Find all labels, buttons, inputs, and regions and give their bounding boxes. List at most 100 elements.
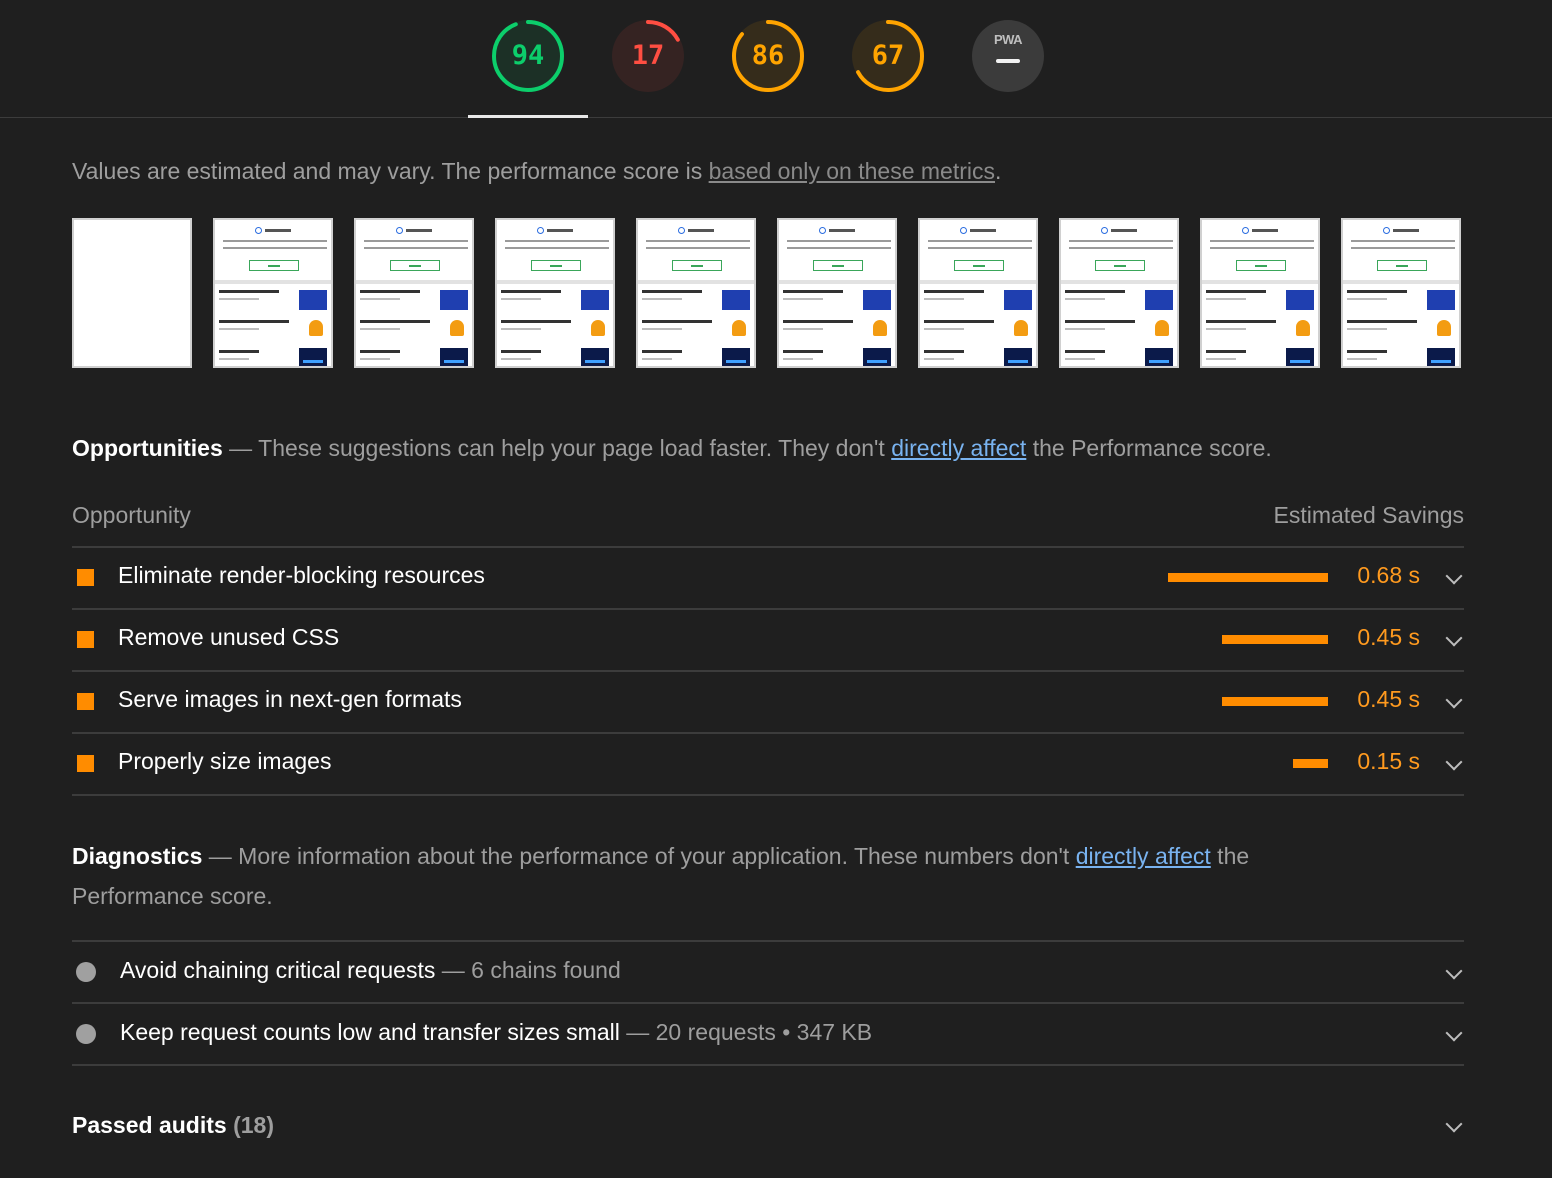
- thumb-subtext: [783, 358, 813, 360]
- thumb-button: [1236, 260, 1286, 271]
- thumb-text: [1351, 240, 1455, 242]
- thumb-heading: [360, 350, 400, 353]
- savings-value: 0.68 s: [1357, 562, 1420, 588]
- opportunities-dash: —: [222, 435, 259, 461]
- filmstrip-frame: [213, 218, 333, 368]
- diagnostics-header: Diagnostics — More information about the…: [72, 836, 1464, 916]
- thumb-image: [863, 290, 891, 310]
- diagnostics-desc-end: the: [1210, 843, 1250, 869]
- thumb-separator: [920, 280, 1036, 284]
- thumb-heading: [219, 350, 259, 353]
- thumb-subtext: [501, 358, 531, 360]
- thumb-subtext: [1347, 358, 1377, 360]
- bell-icon: [450, 320, 464, 336]
- thumb-image: [722, 348, 750, 366]
- filmstrip-frame: [1341, 218, 1461, 368]
- thumb-logo: [960, 227, 1000, 234]
- thumb-subtext: [360, 298, 400, 300]
- diagnostics-dash: —: [202, 843, 239, 869]
- filmstrip-frame: [1200, 218, 1320, 368]
- filmstrip-frame: [72, 218, 192, 368]
- filmstrip-frame: [495, 218, 615, 368]
- best-practices-gauge[interactable]: 86: [730, 18, 806, 94]
- seo-gauge[interactable]: 67: [850, 18, 926, 94]
- info-circle-icon: [76, 1024, 96, 1044]
- thumb-image: [863, 348, 891, 366]
- opportunity-row-next-gen-images[interactable]: Serve images in next-gen formats 0.45 s: [72, 670, 1464, 732]
- thumb-text: [1210, 240, 1314, 242]
- passed-audits-toggle[interactable]: Passed audits (18): [72, 1108, 1464, 1148]
- chevron-down-icon[interactable]: [1445, 629, 1463, 647]
- diagnostic-title: Keep request counts low and transfer siz…: [120, 1019, 872, 1046]
- thumb-text: [505, 240, 609, 242]
- thumb-button: [1377, 260, 1427, 271]
- thumb-heading: [1206, 320, 1276, 323]
- thumb-button: [531, 260, 581, 271]
- thumb-logo: [1101, 227, 1141, 234]
- thumb-heading: [642, 320, 712, 323]
- thumb-heading: [219, 320, 289, 323]
- opportunity-row-render-blocking[interactable]: Eliminate render-blocking resources 0.68…: [72, 546, 1464, 608]
- metrics-link[interactable]: based only on these metrics: [709, 158, 995, 184]
- savings-value: 0.45 s: [1357, 686, 1420, 712]
- accessibility-gauge[interactable]: 17: [610, 18, 686, 94]
- opportunity-row-size-images[interactable]: Properly size images 0.15 s: [72, 732, 1464, 794]
- bell-icon: [1155, 320, 1169, 336]
- thumb-logo: [678, 227, 718, 234]
- chevron-down-icon[interactable]: [1445, 1115, 1463, 1133]
- divider: [72, 1064, 1464, 1066]
- thumb-heading: [1065, 350, 1105, 353]
- chevron-down-icon[interactable]: [1445, 567, 1463, 585]
- opportunity-title: Remove unused CSS: [118, 624, 340, 650]
- bell-icon: [591, 320, 605, 336]
- thumb-button: [954, 260, 1004, 271]
- thumb-logo: [396, 227, 436, 234]
- diagnostic-title: Avoid chaining critical requests — 6 cha…: [120, 957, 621, 984]
- thumb-subtext: [1206, 328, 1246, 330]
- chevron-down-icon[interactable]: [1445, 962, 1463, 980]
- best-practices-score: 86: [751, 40, 785, 71]
- diagnostic-row-request-counts[interactable]: Keep request counts low and transfer siz…: [72, 1003, 1464, 1065]
- diagnostic-dash: —: [619, 1019, 656, 1045]
- thumb-subtext: [783, 328, 823, 330]
- thumb-subtext: [642, 298, 682, 300]
- bell-icon: [1014, 320, 1028, 336]
- thumb-subtext: [642, 358, 672, 360]
- thumb-logo: [819, 227, 859, 234]
- opportunities-heading: Opportunities: [72, 435, 223, 461]
- thumb-subtext: [360, 328, 400, 330]
- active-tab-underline: [468, 115, 588, 118]
- opportunities-directly-affect-link[interactable]: directly affect: [891, 435, 1026, 461]
- chevron-down-icon[interactable]: [1445, 1024, 1463, 1042]
- thumb-text: [787, 247, 891, 249]
- thumb-separator: [215, 280, 331, 284]
- performance-gauge[interactable]: 94: [490, 18, 566, 94]
- thumb-heading: [783, 320, 853, 323]
- diagnostics-desc-line2: Performance score.: [72, 883, 273, 909]
- thumb-subtext: [924, 298, 964, 300]
- thumb-image: [1145, 348, 1173, 366]
- thumb-subtext: [783, 298, 823, 300]
- thumb-text: [928, 247, 1032, 249]
- thumb-subtext: [924, 328, 964, 330]
- chevron-down-icon[interactable]: [1445, 691, 1463, 709]
- thumb-image: [299, 348, 327, 366]
- thumb-text: [646, 247, 750, 249]
- diagnostic-row-chaining[interactable]: Avoid chaining critical requests — 6 cha…: [72, 941, 1464, 1003]
- opportunity-row-unused-css[interactable]: Remove unused CSS 0.45 s: [72, 608, 1464, 670]
- thumb-text: [928, 240, 1032, 242]
- thumb-image: [1427, 348, 1455, 366]
- diagnostics-directly-affect-link[interactable]: directly affect: [1076, 843, 1211, 869]
- opportunity-title: Serve images in next-gen formats: [118, 686, 462, 712]
- thumb-heading: [924, 290, 984, 293]
- chevron-down-icon[interactable]: [1445, 753, 1463, 771]
- thumb-text: [1069, 240, 1173, 242]
- savings-bar: [1222, 635, 1328, 644]
- thumb-subtext: [1065, 328, 1105, 330]
- pwa-badge[interactable]: PWA: [972, 20, 1044, 92]
- thumb-subtext: [1347, 298, 1387, 300]
- diagnostic-detail: 6 chains found: [471, 957, 621, 983]
- seo-score: 67: [871, 40, 905, 71]
- thumb-heading: [924, 350, 964, 353]
- thumb-text: [1069, 247, 1173, 249]
